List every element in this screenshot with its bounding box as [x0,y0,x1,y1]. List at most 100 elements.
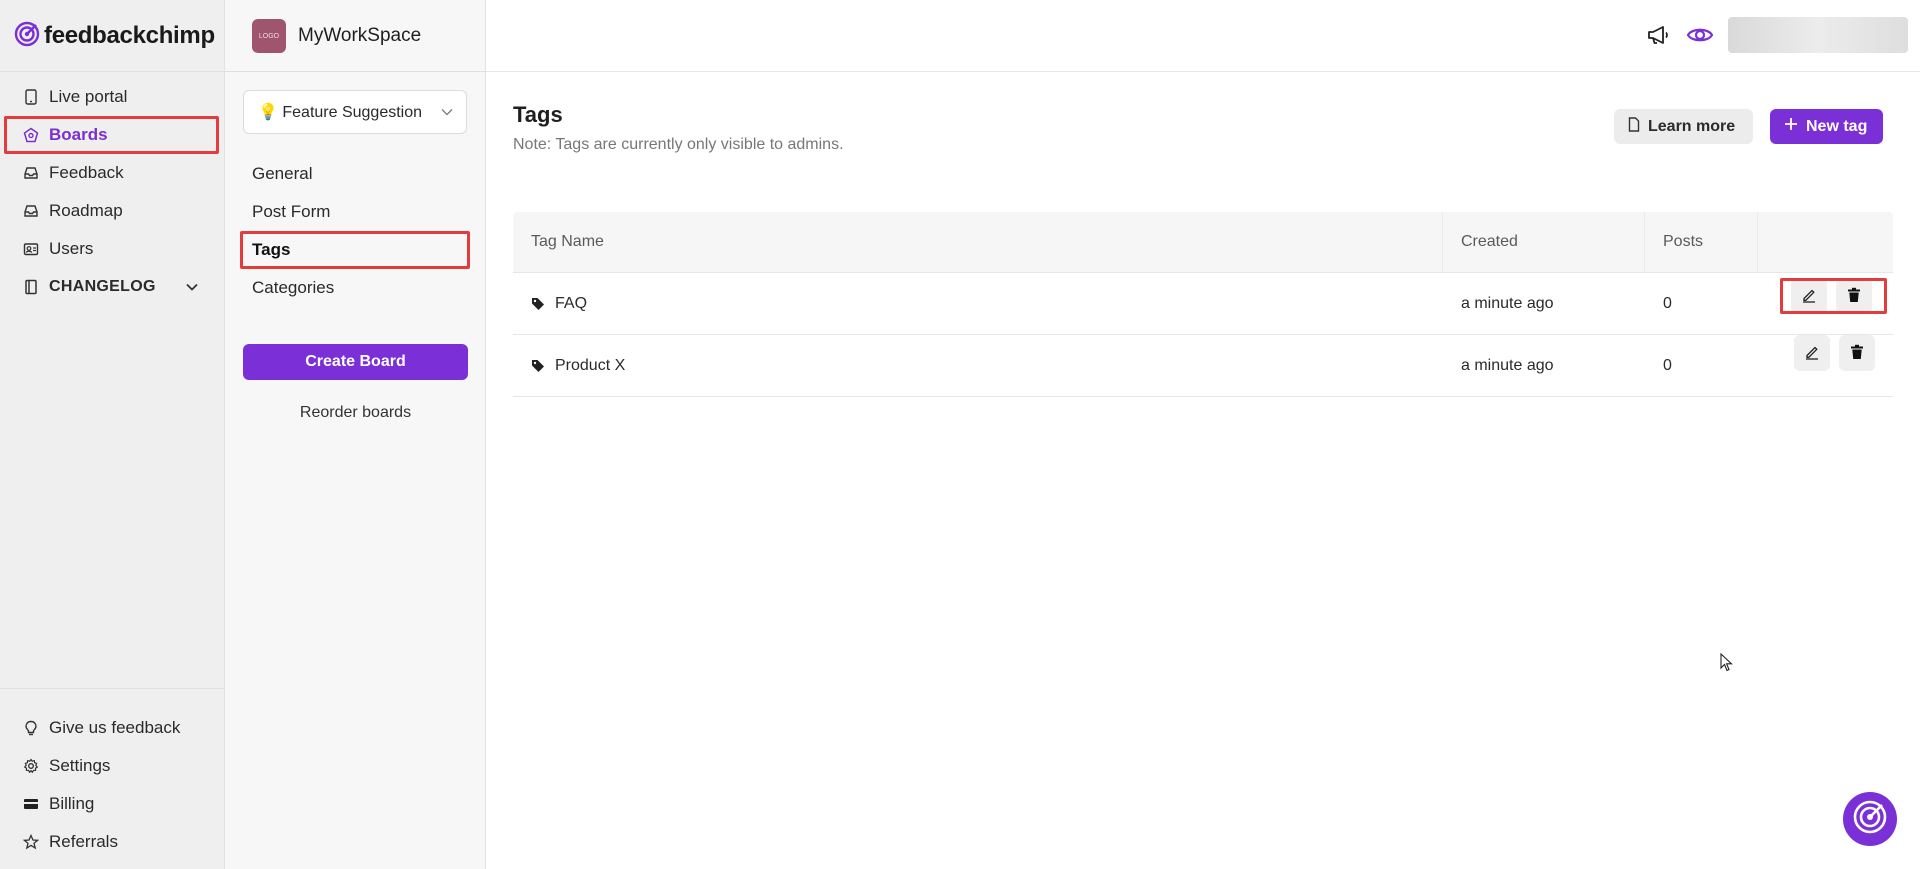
actions-cell [1758,335,1893,396]
sidebar-item-label: Live portal [49,87,128,106]
workspace-header[interactable]: LOGO MyWorkSpace [252,19,421,53]
target-logo-icon [14,21,40,52]
sidebar-item-changelog[interactable]: CHANGELOG [0,268,224,306]
header-actions [1644,17,1908,53]
inbox-icon [23,203,39,219]
trash-icon [1847,287,1861,306]
card-icon [23,796,39,812]
phone-icon [23,89,39,105]
plus-icon [1784,117,1798,136]
board-select[interactable]: 💡 Feature Suggestion [243,90,467,134]
edit-tag-button[interactable] [1794,335,1830,371]
sidebar-item-label: Boards [49,125,108,144]
top-header [486,0,1920,72]
sidebar-item-give-feedback[interactable]: Give us feedback [0,709,224,747]
delete-tag-button[interactable] [1836,278,1872,314]
boards-panel: LOGO MyWorkSpace 💡 Feature Suggestion Ge… [225,0,486,869]
inbox-icon [23,165,39,181]
tag-icon [531,297,545,311]
sidebar-item-label: Roadmap [49,201,123,220]
column-header-tag-name[interactable]: Tag Name [513,212,1443,272]
created-cell: a minute ago [1461,356,1554,374]
delete-tag-button[interactable] [1839,335,1875,371]
divider [0,688,224,689]
table-row: FAQ a minute ago 0 [513,273,1893,335]
tag-name: FAQ [555,294,588,312]
brand-name: feedbackchimp [44,22,215,49]
row-actions [1780,278,1887,314]
sidebar-item-users[interactable]: Users [0,230,224,268]
sidebar-item-boards[interactable]: Boards [4,116,219,154]
sidebar-item-label: Feedback [49,163,124,182]
workspace-logo: LOGO [252,19,286,53]
divider [0,71,224,72]
sidebar-item-label: Settings [49,756,111,775]
sidebar-item-roadmap[interactable]: Roadmap [0,192,224,230]
boards-icon [23,127,39,143]
board-nav-tags[interactable]: Tags [240,231,470,269]
workspace-name: MyWorkSpace [298,25,422,46]
learn-more-label: Learn more [1648,117,1736,135]
document-icon [1628,116,1640,137]
chevron-down-icon[interactable] [186,278,198,296]
app-window: feedbackchimp Live portal Boards Feedbac… [0,0,1920,869]
eye-icon[interactable] [1686,21,1714,49]
lightbulb-icon [23,720,39,736]
posts-cell: 0 [1663,356,1672,374]
main-sidebar: feedbackchimp Live portal Boards Feedbac… [0,0,225,869]
tags-page: Tags Note: Tags are currently only visib… [486,72,1920,869]
new-tag-button[interactable]: New tag [1770,109,1884,144]
sidebar-item-settings[interactable]: Settings [0,747,224,785]
page-note: Note: Tags are currently only visible to… [513,136,844,153]
megaphone-icon[interactable] [1644,21,1672,49]
star-icon [23,834,39,850]
board-nav-general[interactable]: General [240,155,470,193]
sidebar-nav: Live portal Boards Feedback Roadmap User… [0,78,224,306]
target-logo-icon [1851,798,1889,841]
trash-icon [1850,344,1864,363]
board-nav-post-form[interactable]: Post Form [240,193,470,231]
sidebar-item-feedback[interactable]: Feedback [0,154,224,192]
sidebar-item-label: Give us feedback [49,718,181,737]
created-cell: a minute ago [1461,294,1554,312]
tag-name-cell: FAQ [513,273,1443,334]
table-row: Product X a minute ago 0 [513,335,1893,397]
tag-icon [531,359,545,373]
column-header-created[interactable]: Created [1443,212,1645,272]
row-actions [1758,335,1893,371]
mouse-cursor-icon [1720,652,1734,678]
chevron-down-icon [440,105,454,124]
actions-cell [1758,273,1893,334]
reorder-boards-link[interactable]: Reorder boards [243,404,468,422]
pencil-icon [1801,287,1817,306]
tags-table: Tag Name Created Posts FAQ a minute ago … [513,212,1893,397]
learn-more-button[interactable]: Learn more [1614,109,1754,144]
edit-tag-button[interactable] [1791,278,1827,314]
page-title: Tags [513,102,563,127]
sidebar-item-label: Billing [49,794,95,813]
book-icon [23,279,39,295]
pencil-icon [1804,344,1820,363]
users-icon [23,241,39,257]
divider [225,71,486,72]
column-header-actions [1758,212,1893,272]
feedback-widget-button[interactable] [1843,792,1897,846]
board-select-value: 💡 Feature Suggestion [258,104,423,121]
board-settings-nav: General Post Form Tags Categories [240,155,470,307]
gear-icon [23,758,39,774]
user-profile-menu[interactable] [1728,17,1908,53]
create-board-button[interactable]: Create Board [243,344,468,380]
column-header-posts[interactable]: Posts [1645,212,1758,272]
sidebar-item-label: Referrals [49,832,118,851]
sidebar-item-referrals[interactable]: Referrals [0,823,224,861]
sidebar-item-label: Users [49,239,94,258]
sidebar-bottom-nav: Give us feedback Settings Billing Referr… [0,709,224,861]
sidebar-item-label: CHANGELOG [49,278,156,295]
sidebar-item-live-portal[interactable]: Live portal [0,78,224,116]
table-header: Tag Name Created Posts [513,212,1893,273]
tag-name: Product X [555,356,626,374]
board-nav-categories[interactable]: Categories [240,269,470,307]
sidebar-item-billing[interactable]: Billing [0,785,224,823]
posts-cell: 0 [1663,294,1672,312]
brand-logo[interactable]: feedbackchimp [14,20,215,52]
